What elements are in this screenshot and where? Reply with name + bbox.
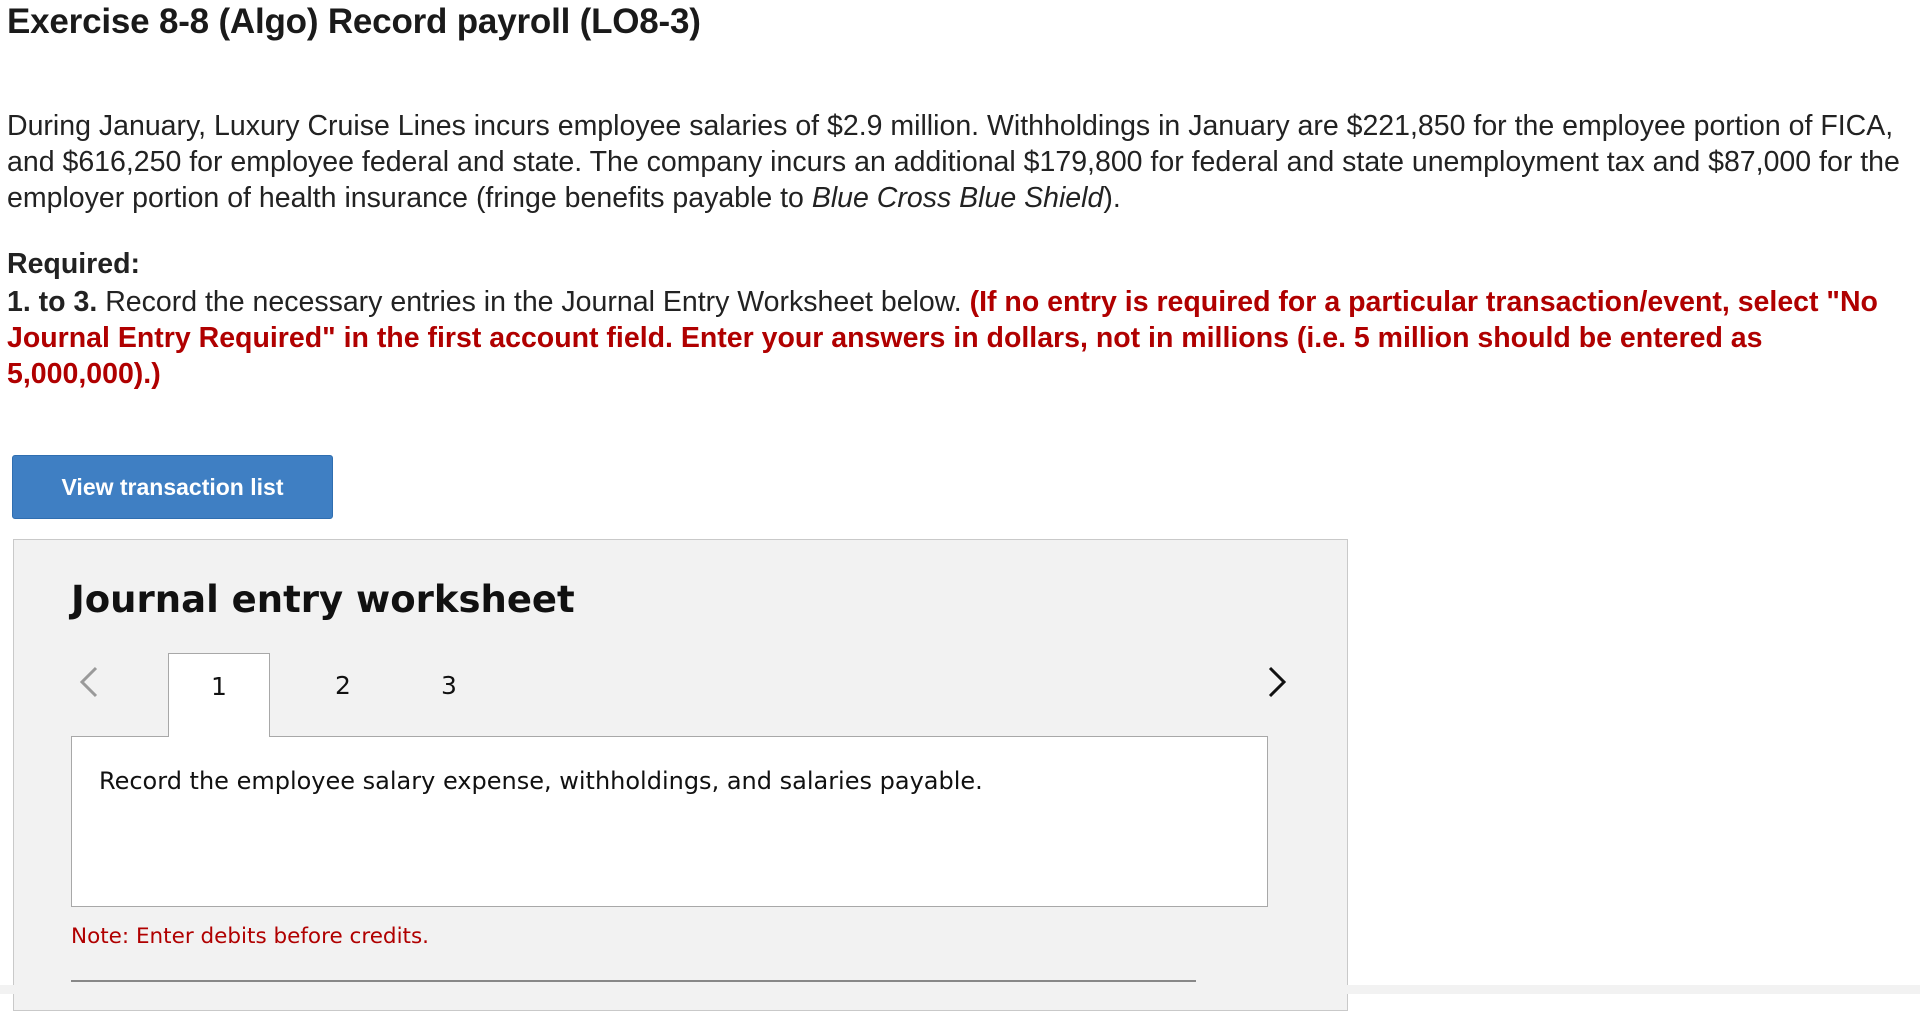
entry-description: Record the employee salary expense, with… [99, 767, 983, 795]
prev-entry-button[interactable] [74, 662, 104, 702]
required-number-label: 1. to 3. [7, 286, 98, 318]
next-entry-button[interactable] [1262, 662, 1292, 702]
intro-italic-name: Blue Cross Blue Shield [811, 182, 1104, 214]
chevron-left-icon [79, 666, 98, 698]
tab-label: 3 [441, 671, 457, 700]
worksheet-divider [71, 980, 1196, 982]
exercise-title: Exercise 8-8 (Algo) Record payroll (LO8-… [7, 2, 701, 41]
intro-text-end: ). [1103, 182, 1121, 214]
tab-label: 2 [335, 671, 351, 700]
entry-description-panel: Record the employee salary expense, with… [71, 736, 1268, 907]
debit-credit-note: Note: Enter debits before credits. [71, 924, 430, 949]
view-transaction-list-button[interactable]: View transaction list [12, 455, 333, 519]
journal-entry-worksheet: Journal entry worksheet 1 2 3 Record the… [13, 539, 1348, 1011]
exercise-page: Exercise 8-8 (Algo) Record payroll (LO8-… [0, 0, 1920, 1011]
tab-entry-2[interactable]: 2 [328, 653, 358, 737]
tab-entry-3[interactable]: 3 [434, 653, 464, 737]
page-bottom-strip [0, 985, 1920, 994]
exercise-intro: During January, Luxury Cruise Lines incu… [7, 108, 1907, 216]
required-instructions: 1. to 3. Record the necessary entries in… [7, 284, 1907, 392]
worksheet-title: Journal entry worksheet [71, 578, 575, 621]
required-instruction-text: Record the necessary entries in the Jour… [97, 286, 970, 318]
required-heading: Required: [7, 248, 141, 280]
tab-entry-1[interactable]: 1 [168, 653, 270, 737]
chevron-right-icon [1268, 666, 1287, 698]
tab-label: 1 [211, 672, 227, 701]
